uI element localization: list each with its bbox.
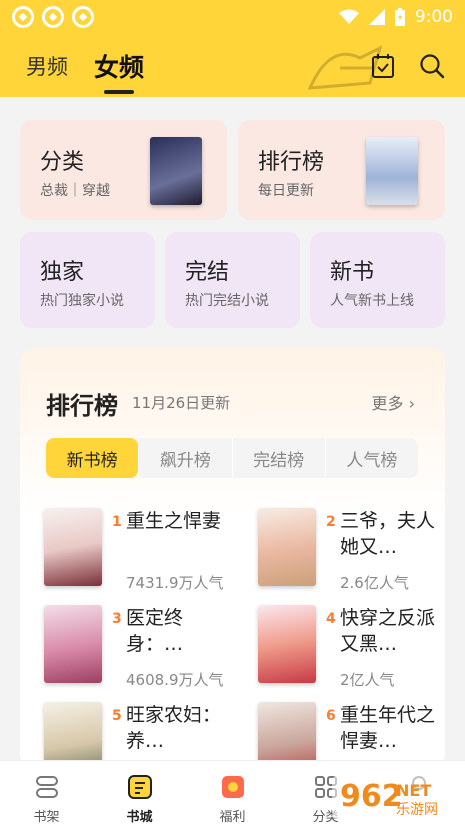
welfare-icon [221,776,244,798]
book-title: 重生之悍妻 [126,510,222,532]
rank-number: 5 [112,708,122,724]
watermark-suffix: NET [396,781,431,800]
nav-label: 福利 [219,810,246,825]
rank-number: 3 [112,611,122,627]
wifi-icon [338,9,359,24]
rank-number: 2 [326,514,336,530]
top-bar: 9:00 男频 女频 [0,0,465,97]
nav-welfare[interactable]: 福利 [186,761,279,828]
book-title: 快穿之反派又黑… [340,607,436,655]
finished-title: 完结 [185,260,230,285]
hand-book-decoration-icon [307,45,383,90]
ranking-date: 11月26日更新 [132,394,231,412]
book-item[interactable]: 4 快穿之反派又黑… 2亿人气 [258,605,458,689]
ranking-card-title: 排行榜 [258,150,325,175]
tab-underline [104,89,134,94]
nav-label: 书城 [126,810,153,825]
tab-female-label: 女频 [94,52,145,82]
new-books-card[interactable]: 新书 人气新书上线 [310,232,445,328]
book-popularity: 4608.9万人气 [126,671,224,689]
status-bar: 9:00 [0,0,465,34]
nav-label: 书架 [33,810,60,825]
bookshelf-icon [35,776,58,798]
ranking-panel: 排行榜 11月26日更新 更多 › 新书榜 飙升榜 完结榜 人气榜 1 重生之悍… [20,348,445,780]
tab-finished[interactable]: 完结榜 [231,438,325,478]
book-cover-image [366,137,418,205]
notification-icon [72,6,94,28]
book-cover-image [258,508,316,586]
battery-icon [394,8,405,26]
ranking-card-sub: 每日更新 [258,183,314,199]
new-books-sub: 人气新书上线 [330,293,414,309]
bookstore-icon [127,775,152,799]
signal-icon [368,9,385,25]
book-popularity: 7431.9万人气 [126,574,224,592]
book-cover-image [44,508,102,586]
book-cover-image [44,605,102,683]
category-sub: 总裁｜穿越 [40,183,110,199]
ranking-card[interactable]: 排行榜 每日更新 [238,120,445,220]
status-time: 9:00 [414,7,453,27]
nav-bookstore[interactable]: 书城 [93,761,186,828]
book-popularity: 2亿人气 [340,671,395,689]
rank-number: 4 [326,611,336,627]
book-cover-image [258,605,316,683]
tab-female[interactable]: 女频 [94,48,145,94]
exclusive-card[interactable]: 独家 热门独家小说 [20,232,155,328]
ranking-title: 排行榜 [46,392,118,420]
book-item[interactable]: 3 医定终身：… 4608.9万人气 [44,605,244,689]
tab-male[interactable]: 男频 [26,51,68,81]
tab-rising[interactable]: 飙升榜 [138,438,231,478]
rank-number: 1 [112,514,122,530]
book-item[interactable]: 1 重生之悍妻 7431.9万人气 [44,508,244,592]
finished-sub: 热门完结小说 [185,293,269,309]
exclusive-sub: 热门独家小说 [40,293,124,309]
search-icon[interactable] [419,53,445,79]
notification-icon [42,6,64,28]
book-popularity: 2.6亿人气 [340,574,409,592]
book-cover-image [150,137,202,205]
ranking-tabs: 新书榜 飙升榜 完结榜 人气榜 [46,438,418,478]
tab-popular[interactable]: 人气榜 [324,438,418,478]
category-card[interactable]: 分类 总裁｜穿越 [20,120,227,220]
book-title: 重生年代之悍妻… [340,704,436,752]
rank-number: 6 [326,708,336,724]
category-title: 分类 [40,150,85,175]
tab-new-books[interactable]: 新书榜 [46,438,139,478]
new-books-title: 新书 [330,260,375,285]
ranking-more-link[interactable]: 更多 › [372,390,416,414]
notification-icon [12,6,34,28]
watermark-number: 962 [340,779,403,814]
book-title: 旺家农妇：养… [126,704,222,752]
book-title: 三爷，夫人她又… [340,510,436,558]
book-item[interactable]: 2 三爷，夫人她又… 2.6亿人气 [258,508,458,592]
nav-bookshelf[interactable]: 书架 [0,761,93,828]
finished-card[interactable]: 完结 热门完结小说 [165,232,300,328]
header: 男频 女频 [0,34,465,97]
exclusive-title: 独家 [40,260,85,285]
book-title: 医定终身：… [126,607,184,655]
watermark-sub: 乐游网 [396,802,438,818]
watermark-logo: 962 NET 乐游网 [332,774,454,820]
